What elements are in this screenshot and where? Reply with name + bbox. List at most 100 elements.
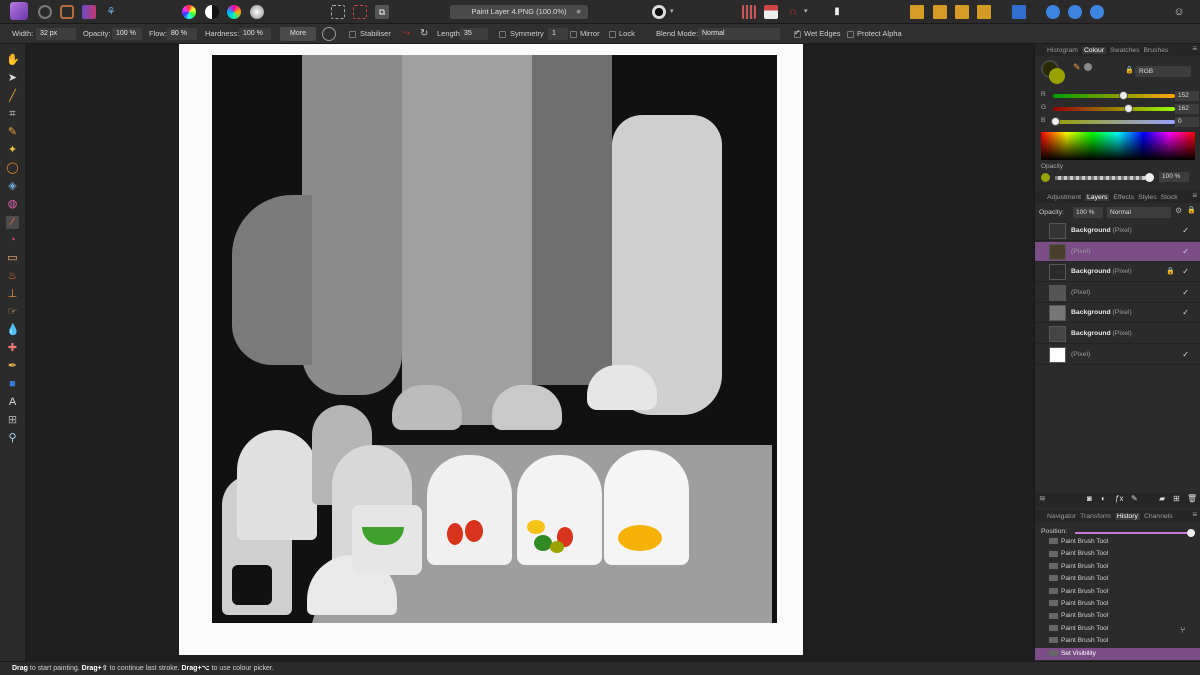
- levels-icon[interactable]: [250, 5, 264, 19]
- wet-edges-checkbox[interactable]: [794, 28, 801, 38]
- history-entry[interactable]: Paint Brush Tool: [1035, 548, 1200, 561]
- history-entry[interactable]: Paint Brush Tool: [1035, 573, 1200, 586]
- symmetry-field[interactable]: 1: [548, 28, 568, 40]
- layer-visibility-checkbox[interactable]: ✓: [1182, 242, 1189, 262]
- green-slider-knob[interactable]: [1124, 104, 1133, 113]
- symmetry-checkbox[interactable]: [499, 31, 506, 38]
- layer-row[interactable]: Background (Pixel) ✓: [1035, 221, 1200, 241]
- blend-mode-select[interactable]: Normal: [698, 28, 780, 40]
- hsl-icon[interactable]: [227, 5, 241, 19]
- history-entry[interactable]: Paint Brush Tool: [1035, 536, 1200, 549]
- canvas-area[interactable]: [26, 44, 1034, 661]
- boolean-intersect-icon[interactable]: [1090, 5, 1104, 19]
- tab-navigator[interactable]: Navigator: [1047, 513, 1076, 520]
- tab-effects[interactable]: Effects: [1113, 194, 1134, 201]
- green-slider[interactable]: G 162: [1039, 104, 1200, 114]
- erase-brush-icon[interactable]: ▭: [6, 252, 19, 265]
- zoom-tool-icon[interactable]: ⚲: [6, 432, 19, 445]
- brush-icon[interactable]: ✎: [1131, 494, 1138, 503]
- flood-fill-icon[interactable]: ◈: [6, 180, 19, 193]
- brush-options-icon[interactable]: [322, 27, 336, 41]
- chevron-down-icon[interactable]: ▾: [670, 5, 684, 19]
- history-entry[interactable]: Paint Brush Tool: [1035, 635, 1200, 648]
- mirror-checkbox[interactable]: [570, 31, 577, 38]
- add-layer-icon[interactable]: ⊞: [1173, 494, 1180, 503]
- blur-brush-icon[interactable]: 💧: [6, 324, 20, 337]
- rectangle-tool-icon[interactable]: ■: [6, 378, 19, 391]
- panel-menu-icon[interactable]: ≡: [1192, 44, 1197, 53]
- tab-brushes[interactable]: Brushes: [1143, 47, 1168, 54]
- tab-styles[interactable]: Styles: [1138, 194, 1157, 201]
- flow-field[interactable]: 80 %: [167, 28, 197, 40]
- boolean-add-icon[interactable]: [1046, 5, 1060, 19]
- layer-row[interactable]: Background (Pixel) ✓: [1035, 303, 1200, 324]
- colour-picker-icon[interactable]: ✎: [1073, 62, 1081, 73]
- text-tool-icon[interactable]: A: [6, 396, 19, 409]
- snapping-icon[interactable]: [764, 5, 778, 19]
- layer-row[interactable]: (Pixel) ✓: [1035, 283, 1200, 303]
- tab-swatches[interactable]: Swatches: [1110, 47, 1139, 54]
- lock-icon[interactable]: 🔒: [1187, 206, 1196, 214]
- red-slider-knob[interactable]: [1119, 91, 1128, 100]
- rope-mode-icon[interactable]: ⤳: [402, 24, 410, 44]
- star-icon[interactable]: ★: [575, 5, 582, 19]
- panel-menu-icon[interactable]: ≡: [1192, 191, 1197, 200]
- move-tool-icon[interactable]: ➤: [6, 72, 19, 85]
- artwork-page[interactable]: [179, 44, 803, 655]
- red-value[interactable]: 152: [1175, 91, 1199, 101]
- colour-replacement-icon[interactable]: ◔: [6, 234, 19, 247]
- brush-assistant-icon[interactable]: ▮: [830, 5, 844, 19]
- layer-visibility-checkbox[interactable]: ✓: [1182, 221, 1189, 241]
- blue-slider[interactable]: B 0: [1039, 117, 1200, 127]
- noise-icon[interactable]: [1084, 63, 1092, 71]
- panel-menu-icon[interactable]: ≡: [1192, 510, 1197, 519]
- layer-visibility-checkbox[interactable]: ✓: [1182, 303, 1189, 323]
- invert-selection-icon[interactable]: ⧉: [375, 5, 389, 19]
- history-entry[interactable]: Paint Brush Tool: [1035, 610, 1200, 623]
- opacity-knob[interactable]: [1145, 173, 1154, 182]
- history-entry[interactable]: Paint Brush Tool: [1035, 598, 1200, 611]
- document-tab[interactable]: Paint Layer 4.PNG (100.0%) ★: [450, 5, 588, 19]
- magnet-icon[interactable]: ∩: [786, 5, 800, 19]
- layer-stack-icon[interactable]: ≋: [1039, 494, 1046, 503]
- lock-icon[interactable]: 🔒: [1125, 66, 1134, 74]
- width-field[interactable]: 32 px: [36, 28, 76, 40]
- view-tool-icon[interactable]: ✋: [6, 54, 20, 67]
- pen-tool-icon[interactable]: ✒: [6, 360, 19, 373]
- chevron-down-icon[interactable]: ▾: [804, 5, 818, 19]
- gradient-tool-icon[interactable]: ◍: [6, 198, 19, 211]
- share-icon[interactable]: ⚘: [104, 5, 118, 19]
- history-entry[interactable]: Set Visibility: [1035, 647, 1200, 661]
- layer-visibility-checkbox[interactable]: ✓: [1182, 262, 1189, 282]
- green-value[interactable]: 162: [1175, 104, 1199, 114]
- tab-adjustment[interactable]: Adjustment: [1047, 194, 1081, 201]
- protect-alpha-checkbox[interactable]: [847, 31, 854, 38]
- paint-brush-icon[interactable]: ⁄: [6, 216, 19, 229]
- fx-icon[interactable]: ƒx: [1115, 494, 1123, 503]
- layer-row[interactable]: (Pixel) ✓: [1035, 345, 1200, 365]
- arrange-forward-icon[interactable]: [955, 5, 969, 19]
- freehand-select-icon[interactable]: ◯: [6, 162, 19, 175]
- tab-histogram[interactable]: Histogram: [1047, 47, 1078, 54]
- history-entry[interactable]: Paint Brush Tool: [1035, 586, 1200, 599]
- trash-icon[interactable]: 🗑: [1187, 494, 1197, 503]
- selection-brush-icon[interactable]: ✎: [6, 126, 19, 139]
- colour-model-select[interactable]: RGB: [1135, 66, 1191, 77]
- app-logo-icon[interactable]: [10, 2, 28, 20]
- tab-stock[interactable]: Stock: [1161, 194, 1178, 201]
- snapshot-icon[interactable]: ⑂: [1180, 625, 1185, 635]
- gear-icon[interactable]: ⚙: [1175, 206, 1182, 215]
- arrange-front-icon[interactable]: [977, 5, 991, 19]
- layer-visibility-checkbox[interactable]: ✓: [1182, 345, 1189, 365]
- persona-liquify-icon[interactable]: [60, 5, 74, 19]
- deselect-icon[interactable]: [353, 5, 367, 19]
- tab-channels[interactable]: Channels: [1144, 513, 1173, 520]
- colour-picker-icon[interactable]: ╱: [6, 90, 19, 103]
- healing-brush-icon[interactable]: ✚: [6, 342, 19, 355]
- colour-wheel-icon[interactable]: [182, 5, 196, 19]
- boolean-subtract-icon[interactable]: [1068, 5, 1082, 19]
- crop-tool-icon[interactable]: ⌗: [6, 108, 19, 121]
- black-white-icon[interactable]: [205, 5, 219, 19]
- persona-pixel-icon[interactable]: [38, 5, 52, 19]
- blue-slider-knob[interactable]: [1051, 117, 1060, 126]
